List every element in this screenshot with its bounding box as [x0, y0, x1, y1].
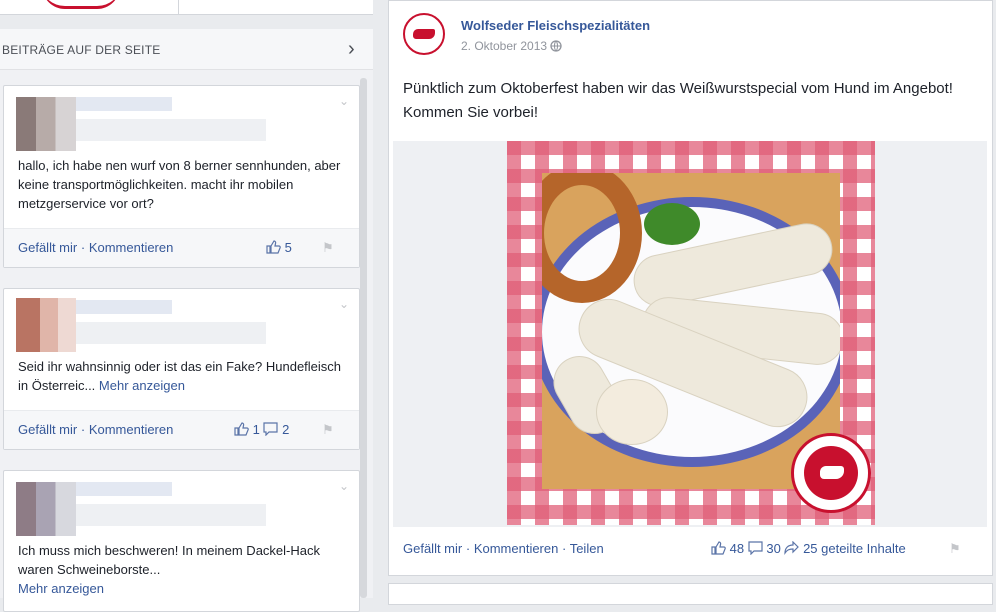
share-count[interactable]: 25 geteilte Inhalte	[784, 541, 906, 556]
comment-icon	[263, 422, 279, 436]
thumbs-up-icon	[266, 240, 281, 254]
action-links: Gefällt mir · Kommentieren	[18, 240, 173, 255]
avatar[interactable]	[16, 482, 76, 536]
share-icon	[784, 541, 800, 555]
thumbs-up-icon	[711, 541, 726, 555]
steak-icon	[820, 466, 844, 479]
comment-link[interactable]: Kommentieren	[474, 541, 559, 556]
post-meta-blurred	[76, 504, 266, 526]
visitor-post: ⌄ hallo, ich habe nen wurf von 8 berner …	[3, 85, 360, 268]
page-post: Wolfseder Fleischspezialitäten 2. Oktobe…	[388, 0, 993, 576]
like-count[interactable]: 1	[234, 422, 263, 437]
page-avatar[interactable]	[403, 13, 445, 55]
sausage-slice	[596, 379, 668, 445]
more-link[interactable]: Mehr anzeigen	[99, 378, 185, 393]
post-date-container: 2. Oktober 2013	[461, 39, 563, 53]
post-text: Pünktlich zum Oktoberfest haben wir das …	[403, 80, 953, 121]
divider	[178, 0, 179, 14]
separator: ·	[80, 240, 89, 255]
posts-on-page-header[interactable]: BEITRÄGE AUF DER SEITE ›	[0, 29, 373, 70]
section-title: BEITRÄGE AUF DER SEITE	[2, 43, 161, 57]
like-count[interactable]: 5	[266, 240, 292, 255]
author-name-blurred[interactable]	[76, 97, 172, 111]
post-actions: Gefällt mir · Kommentieren · Teilen 48 3…	[389, 529, 992, 569]
post-text: hallo, ich habe nen wurf von 8 berner se…	[18, 158, 341, 211]
comment-icon	[748, 541, 763, 555]
post-text-container: Seid ihr wahnsinnig oder ist das ein Fak…	[18, 357, 353, 395]
comments-value: 2	[282, 422, 290, 437]
parsley	[644, 203, 700, 245]
post-photo[interactable]	[393, 141, 987, 527]
avatar[interactable]	[16, 97, 76, 151]
engagement-counts: 1 2	[234, 422, 289, 437]
avatar[interactable]	[16, 298, 76, 352]
post-date[interactable]: 2. Oktober 2013	[461, 39, 547, 53]
comment-link[interactable]: Kommentieren	[89, 240, 174, 255]
wolfseder-logo-badge	[791, 433, 871, 513]
post-actions: Gefällt mir · Kommentieren 5 ⚑	[4, 228, 359, 267]
chevron-down-icon[interactable]: ⌄	[339, 94, 349, 108]
separator: ·	[80, 422, 89, 437]
food-photo	[542, 173, 840, 489]
post-actions: Gefällt mir · Kommentieren 1 2 ⚑	[4, 410, 359, 449]
post-meta-blurred	[76, 119, 266, 141]
comment-count[interactable]: 30	[748, 541, 785, 556]
visitor-post: ⌄ Ich muss mich beschweren! In meinem Da…	[3, 470, 360, 612]
shares-value: 25 geteilte Inhalte	[803, 541, 906, 556]
thumbs-up-icon	[234, 422, 249, 436]
comments-value: 30	[766, 541, 781, 556]
page-logo-edge	[42, 0, 120, 9]
post-meta-blurred	[76, 322, 266, 344]
sidebar: BEITRÄGE AUF DER SEITE › ⌄ hallo, ich ha…	[0, 0, 373, 612]
comment-link[interactable]: Kommentieren	[89, 422, 174, 437]
visitor-post: ⌄ Seid ihr wahnsinnig oder ist das ein F…	[3, 288, 360, 450]
chevron-down-icon[interactable]: ⌄	[339, 297, 349, 311]
steak-icon	[413, 29, 435, 39]
flag-icon[interactable]: ⚑	[322, 422, 334, 438]
author-name-blurred[interactable]	[76, 482, 172, 496]
likes-value: 48	[729, 541, 745, 556]
top-strip	[0, 0, 373, 15]
like-link[interactable]: Gefällt mir	[18, 422, 77, 437]
separator: ·	[561, 541, 570, 556]
engagement-counts: 48 30 25 geteilte Inhalte	[711, 541, 906, 556]
scrollbar[interactable]	[360, 78, 367, 598]
author-name-blurred[interactable]	[76, 300, 172, 314]
like-link[interactable]: Gefällt mir	[18, 240, 77, 255]
post-text: Ich muss mich beschweren! In meinem Dack…	[18, 543, 320, 577]
likes-value: 5	[284, 240, 292, 255]
separator: ·	[465, 541, 474, 556]
flag-icon[interactable]: ⚑	[322, 240, 334, 256]
action-links: Gefällt mir · Kommentieren · Teilen	[403, 541, 604, 556]
more-link[interactable]: Mehr anzeigen	[18, 581, 104, 596]
page-name-link[interactable]: Wolfseder Fleischspezialitäten	[461, 18, 650, 33]
next-post-edge	[388, 583, 993, 605]
like-count[interactable]: 48	[711, 541, 748, 556]
chevron-down-icon[interactable]: ⌄	[339, 479, 349, 493]
flag-icon[interactable]: ⚑	[949, 541, 961, 557]
post-text-container: Ich muss mich beschweren! In meinem Dack…	[18, 541, 353, 598]
checkered-frame	[507, 141, 875, 525]
action-links: Gefällt mir · Kommentieren	[18, 422, 173, 437]
globe-icon[interactable]	[550, 40, 563, 52]
share-link[interactable]: Teilen	[570, 541, 604, 556]
likes-value: 1	[252, 422, 260, 437]
comment-count[interactable]: 2	[263, 422, 289, 437]
chevron-right-icon[interactable]: ›	[348, 38, 355, 61]
like-link[interactable]: Gefällt mir	[403, 541, 462, 556]
